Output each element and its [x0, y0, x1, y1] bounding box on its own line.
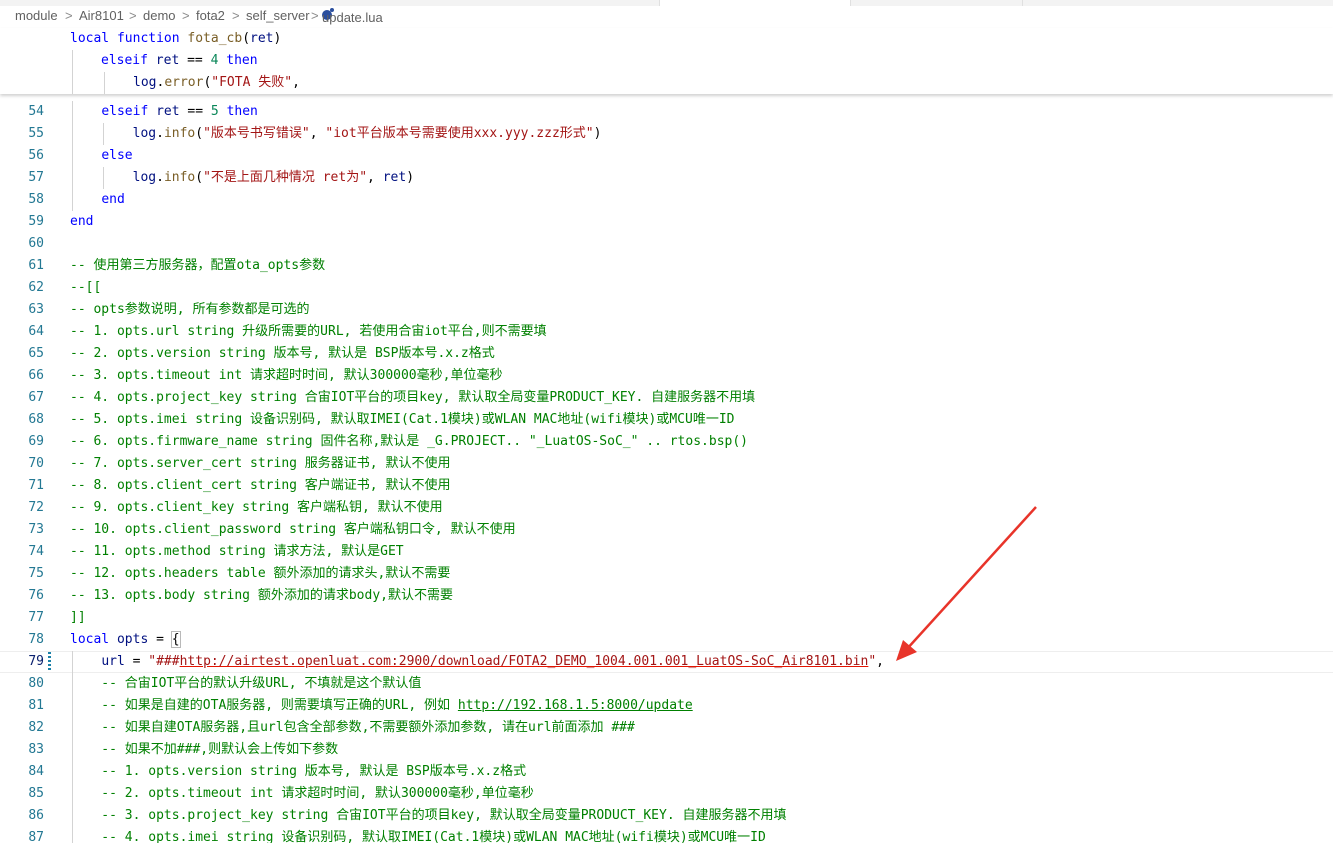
sticky-line-code: elseif ret == 4 then [101, 50, 258, 72]
sticky-scroll-header[interactable]: local function fota_cb(ret) elseif ret =… [0, 28, 1333, 94]
sticky-line[interactable]: log.error("FOTA 失败", [0, 72, 1333, 94]
paren: ( [242, 31, 251, 46]
number: 4 [210, 53, 219, 68]
parameter: ret [250, 31, 274, 46]
function-name: error [164, 75, 204, 90]
keyword: local function [70, 31, 180, 46]
string: "FOTA 失败" [211, 75, 293, 90]
indent-guide [104, 72, 105, 94]
keyword: then [226, 53, 258, 68]
sticky-line-code: log.error("FOTA 失败", [133, 72, 300, 94]
sticky-line[interactable]: local function fota_cb(ret) [0, 28, 1333, 50]
identifier: log [133, 75, 157, 90]
keyword: elseif [101, 53, 148, 68]
paren: ) [273, 31, 282, 46]
sticky-line-code: local function fota_cb(ret) [70, 28, 281, 50]
annotation-arrow [896, 506, 1037, 661]
variable: ret [155, 53, 180, 68]
punctuation: , [292, 75, 300, 90]
arrow-shaft [905, 506, 1037, 651]
function-name: fota_cb [187, 31, 243, 46]
operator: == [187, 53, 203, 68]
sticky-line[interactable]: elseif ret == 4 then [0, 50, 1333, 72]
